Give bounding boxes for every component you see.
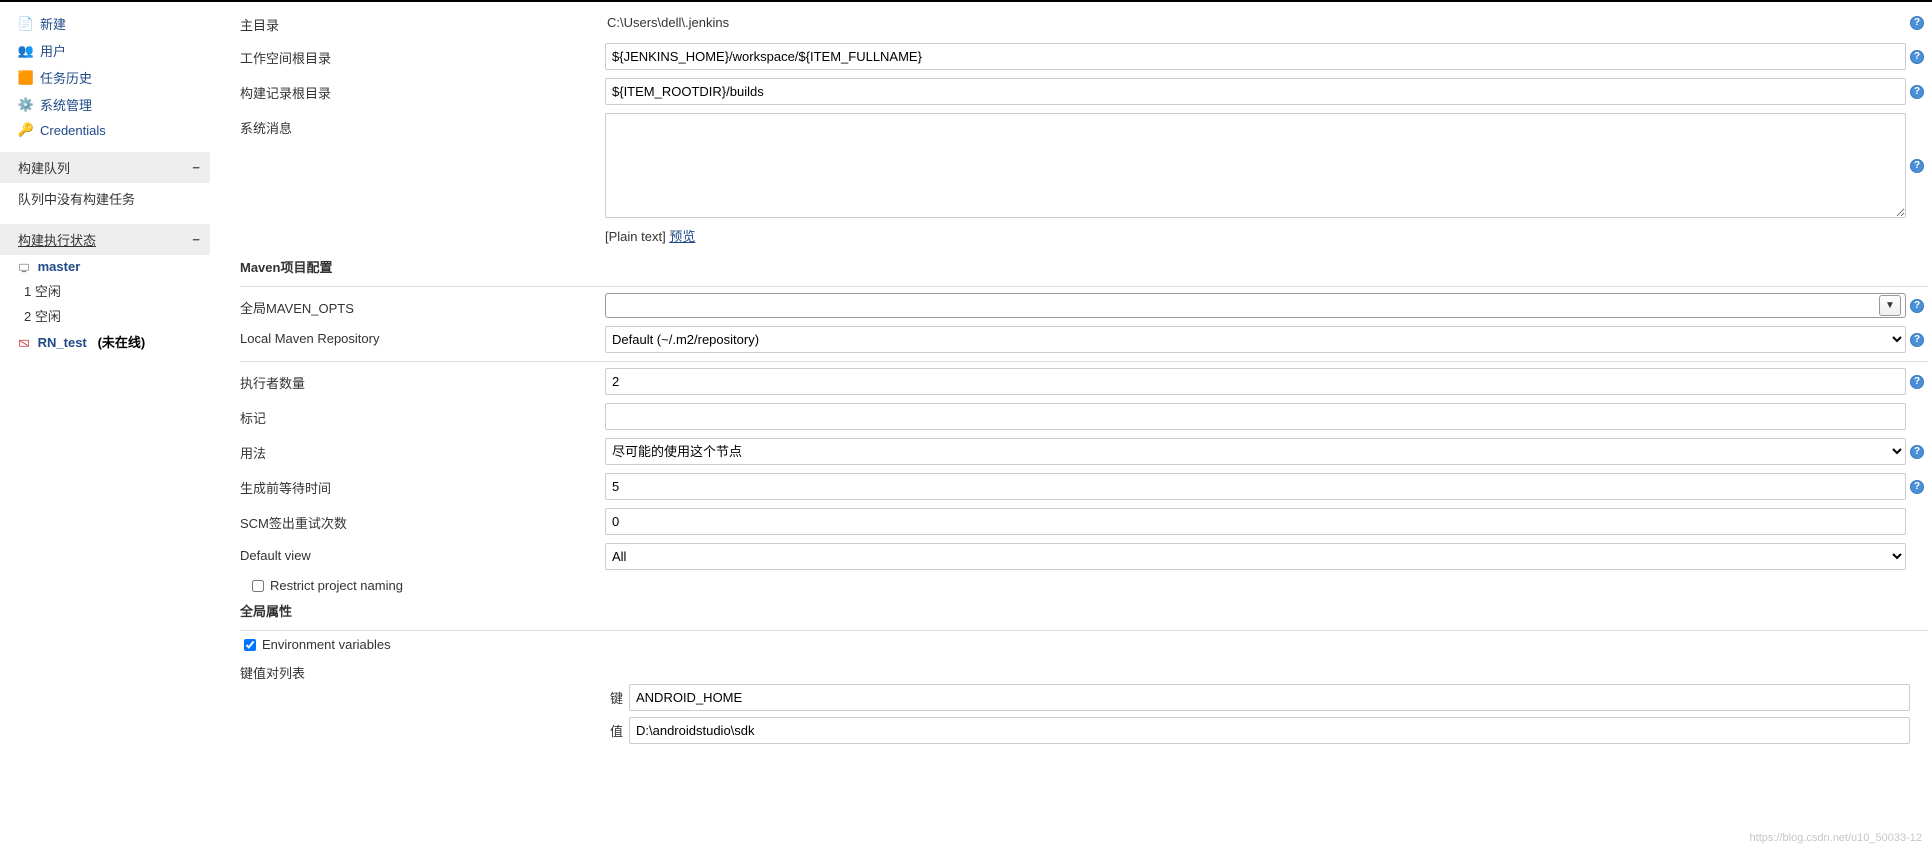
restrict-naming-checkbox[interactable] bbox=[252, 580, 264, 592]
build-record-label: 构建记录根目录 bbox=[240, 78, 605, 102]
collapse-icon[interactable]: − bbox=[192, 160, 200, 175]
help-icon[interactable]: ? bbox=[1910, 480, 1924, 494]
build-queue-empty: 队列中没有构建任务 bbox=[0, 183, 210, 214]
nav-history[interactable]: 🟧 任务历史 bbox=[0, 64, 210, 91]
plain-text-label: [Plain text] bbox=[605, 229, 669, 244]
nav-label: 用户 bbox=[40, 41, 66, 60]
kv-list-label: 键值对列表 bbox=[240, 658, 605, 682]
scm-retry-input[interactable] bbox=[605, 508, 1906, 535]
divider bbox=[240, 630, 1928, 631]
chevron-down-icon: ▼ bbox=[1879, 295, 1901, 316]
system-message-label: 系统消息 bbox=[240, 113, 605, 137]
pane-title: 构建队列 bbox=[18, 158, 70, 177]
help-icon[interactable]: ? bbox=[1910, 299, 1924, 313]
executor-node-master[interactable]: master bbox=[0, 255, 210, 278]
computer-icon bbox=[18, 262, 30, 274]
computer-offline-icon bbox=[18, 338, 30, 350]
nav-credentials[interactable]: 🔑 Credentials bbox=[0, 118, 210, 142]
workspace-root-input[interactable] bbox=[605, 43, 1906, 70]
help-icon[interactable]: ? bbox=[1910, 159, 1924, 173]
default-view-label: Default view bbox=[240, 543, 605, 563]
labels-label: 标记 bbox=[240, 403, 605, 427]
executors-input[interactable] bbox=[605, 368, 1906, 395]
collapse-icon[interactable]: − bbox=[192, 232, 200, 247]
nav-manage[interactable]: ⚙️ 系统管理 bbox=[0, 91, 210, 118]
node-name: master bbox=[38, 259, 81, 274]
main-content: 主目录 C:\Users\dell\.jenkins ? 工作空间根目录 ? 构… bbox=[210, 2, 1932, 770]
build-queue-header[interactable]: 构建队列 − bbox=[0, 152, 210, 183]
kv-key-input[interactable] bbox=[629, 684, 1910, 711]
executor-node-rntest[interactable]: RN_test (未在线) bbox=[0, 328, 210, 355]
executor-body: master 1 空闲 2 空闲 RN_test (未在线) bbox=[0, 255, 210, 355]
node-name: RN_test bbox=[38, 335, 87, 350]
scm-retry-label: SCM签出重试次数 bbox=[240, 508, 605, 532]
gear-icon: ⚙️ bbox=[18, 97, 34, 113]
quiet-period-input[interactable] bbox=[605, 473, 1906, 500]
help-icon[interactable]: ? bbox=[1910, 85, 1924, 99]
nav-users[interactable]: 👥 用户 bbox=[0, 37, 210, 64]
usage-select[interactable]: 尽可能的使用这个节点 bbox=[605, 438, 1906, 465]
preview-link[interactable]: 预览 bbox=[669, 229, 695, 244]
quiet-period-label: 生成前等待时间 bbox=[240, 473, 605, 497]
pane-title: 构建执行状态 bbox=[18, 230, 96, 249]
executor-slot: 2 空闲 bbox=[0, 303, 210, 328]
new-icon: 📄 bbox=[18, 16, 34, 32]
nav-label: 系统管理 bbox=[40, 95, 92, 114]
maven-opts-dropdown[interactable]: ▼ bbox=[605, 293, 1906, 318]
executor-header[interactable]: 构建执行状态 − bbox=[0, 224, 210, 255]
env-vars-checkbox[interactable] bbox=[244, 639, 256, 651]
kv-key-label: 键 bbox=[605, 688, 623, 707]
build-record-input[interactable] bbox=[605, 78, 1906, 105]
default-view-select[interactable]: All bbox=[605, 543, 1906, 570]
usage-label: 用法 bbox=[240, 438, 605, 462]
home-dir-value: C:\Users\dell\.jenkins bbox=[605, 10, 1906, 35]
key-icon: 🔑 bbox=[18, 122, 34, 138]
kv-value-input[interactable] bbox=[629, 717, 1910, 744]
env-vars-label: Environment variables bbox=[262, 637, 391, 652]
help-icon[interactable]: ? bbox=[1910, 333, 1924, 347]
executors-label: 执行者数量 bbox=[240, 368, 605, 392]
divider bbox=[240, 361, 1928, 362]
help-icon[interactable]: ? bbox=[1910, 375, 1924, 389]
labels-input[interactable] bbox=[605, 403, 1906, 430]
users-icon: 👥 bbox=[18, 43, 34, 59]
nav-label: Credentials bbox=[40, 123, 106, 138]
watermark: https://blog.csdn.net/u10_50033-12 bbox=[1750, 832, 1922, 844]
help-icon[interactable]: ? bbox=[1910, 50, 1924, 64]
nav-label: 任务历史 bbox=[40, 68, 92, 87]
help-icon[interactable]: ? bbox=[1910, 16, 1924, 30]
global-props-title: 全局属性 bbox=[240, 601, 1928, 620]
maven-section-title: Maven项目配置 bbox=[240, 257, 1928, 276]
maven-repo-label: Local Maven Repository bbox=[240, 326, 605, 346]
home-dir-label: 主目录 bbox=[240, 10, 605, 34]
workspace-root-label: 工作空间根目录 bbox=[240, 43, 605, 67]
maven-repo-select[interactable]: Default (~/.m2/repository) bbox=[605, 326, 1906, 353]
system-message-textarea[interactable] bbox=[605, 113, 1906, 218]
maven-opts-label: 全局MAVEN_OPTS bbox=[240, 293, 605, 317]
offline-badge: (未在线) bbox=[98, 335, 146, 350]
sidebar-nav: 📄 新建 👥 用户 🟧 任务历史 ⚙️ 系统管理 🔑 Credentials bbox=[0, 10, 210, 142]
nav-label: 新建 bbox=[40, 14, 66, 33]
executor-slot: 1 空闲 bbox=[0, 278, 210, 303]
divider bbox=[240, 286, 1928, 287]
preview-row: [Plain text] 预览 bbox=[605, 226, 1928, 245]
help-icon[interactable]: ? bbox=[1910, 445, 1924, 459]
kv-value-label: 值 bbox=[605, 721, 623, 740]
history-icon: 🟧 bbox=[18, 70, 34, 86]
nav-new[interactable]: 📄 新建 bbox=[0, 10, 210, 37]
sidebar: 📄 新建 👥 用户 🟧 任务历史 ⚙️ 系统管理 🔑 Credentials 构… bbox=[0, 2, 210, 770]
restrict-naming-label: Restrict project naming bbox=[270, 578, 403, 593]
